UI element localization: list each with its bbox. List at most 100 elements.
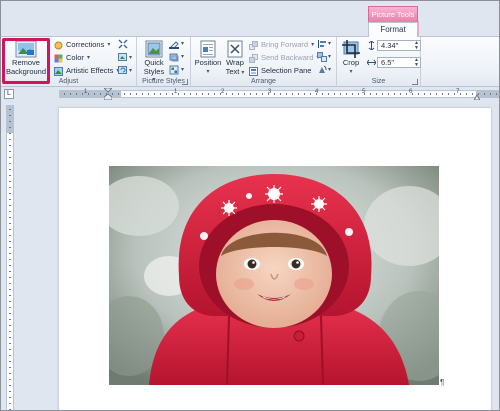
ruler-tick — [106, 93, 107, 95]
artistic-effects-button[interactable]: Artistic Effects ▾ — [54, 65, 119, 77]
ruler-tick — [274, 93, 275, 95]
remove-background-button[interactable]: Remove Background — [5, 40, 47, 76]
ruler-tick — [190, 93, 191, 95]
wrap-text-label-2: Text — [225, 66, 240, 76]
reset-picture-icon[interactable] — [118, 65, 128, 75]
ruler-tick — [9, 271, 11, 272]
ruler-tick — [9, 157, 11, 158]
wrap-text-icon — [227, 40, 243, 58]
size-group-label: Size — [371, 78, 386, 85]
ruler-tick — [448, 93, 449, 95]
ruler-tick — [9, 193, 11, 194]
ruler-tick — [9, 367, 11, 368]
picture-tools-header: Picture Tools — [368, 6, 418, 22]
align-icon[interactable] — [317, 39, 327, 49]
spinner-arrows-icon[interactable]: ▲ ▼ — [414, 41, 419, 51]
ruler-tick — [9, 283, 11, 284]
ruler-tick — [9, 253, 11, 254]
ruler-tick — [454, 93, 455, 95]
crop-icon — [342, 40, 360, 58]
ruler-tick — [9, 349, 11, 350]
ruler-tick — [9, 223, 11, 224]
document-page[interactable]: ¶ — [59, 108, 491, 410]
arrange-group-label: Arrange — [251, 78, 276, 85]
picture-styles-group: Quick Styles ▾ ▾ ▾ ▾ Picture Styles — [137, 37, 191, 87]
wrap-text-button[interactable]: Wrap Text ▾ — [223, 40, 247, 77]
corrections-label: Corrections — [66, 40, 105, 49]
ruler-tick — [70, 93, 71, 95]
toddler-photo[interactable] — [109, 166, 439, 385]
size-launcher-icon[interactable] — [412, 79, 418, 85]
arrange-group: Position ▾ Wrap Text ▾ Bring Forward ▾ S… — [191, 37, 337, 87]
bring-forward-button[interactable]: Bring Forward ▾ — [249, 39, 314, 51]
ruler-tick — [100, 93, 101, 95]
ruler-tick — [9, 385, 11, 386]
ruler-tick — [9, 211, 11, 212]
ruler-tick — [9, 175, 11, 176]
ruler-tick — [484, 93, 485, 95]
ruler-tick — [76, 93, 77, 95]
ruler-tick — [130, 93, 131, 95]
change-picture-icon[interactable] — [118, 52, 128, 62]
selection-pane-label: Selection Pane — [261, 66, 312, 75]
ruler-tick — [172, 93, 173, 95]
ruler-number: 2 — [221, 89, 225, 95]
crop-button[interactable]: Crop ▾ — [339, 40, 363, 76]
ruler-tick — [262, 93, 263, 95]
artistic-effects-label: Artistic Effects — [66, 66, 114, 75]
picture-layout-icon[interactable] — [169, 65, 179, 75]
shape-width-input[interactable]: 6.5" ▲ ▼ — [377, 57, 421, 68]
bring-forward-label: Bring Forward — [261, 40, 309, 49]
selection-pane-button[interactable]: Selection Pane — [249, 65, 311, 77]
ruler-tick — [460, 93, 461, 95]
ruler-tick — [9, 115, 11, 116]
ruler-tick — [286, 93, 287, 95]
ruler-tick — [9, 169, 11, 170]
ruler-tick — [364, 93, 365, 95]
bring-forward-icon — [249, 40, 258, 50]
ruler-tick — [9, 121, 11, 122]
ruler-tick — [9, 205, 11, 206]
horizontal-ruler[interactable]: 1 1 2 3 4 5 6 7 — [16, 88, 499, 100]
picture-effects-icon[interactable] — [169, 52, 179, 62]
ruler-tick — [9, 301, 11, 302]
chevron-down-icon: ▾ — [328, 41, 332, 47]
group-icon[interactable] — [317, 52, 327, 62]
chevron-down-icon: ▾ — [129, 68, 133, 74]
picture-styles-launcher-icon[interactable] — [182, 79, 188, 85]
ruler-tick — [9, 235, 11, 236]
corrections-button[interactable]: Corrections ▾ — [54, 39, 110, 51]
ruler-tick — [346, 93, 347, 95]
color-button[interactable]: Color ▾ — [54, 52, 90, 64]
tab-format[interactable]: Format — [368, 22, 418, 37]
ruler-tick — [334, 93, 335, 95]
compress-pictures-icon[interactable] — [118, 39, 128, 49]
ruler-tick — [490, 93, 491, 95]
spinner-arrows-icon[interactable]: ▲ ▼ — [414, 58, 419, 68]
ruler-tick — [9, 337, 11, 338]
shape-height-input[interactable]: 4.34" ▲ ▼ — [377, 40, 421, 51]
ruler-tick — [9, 313, 11, 314]
position-button[interactable]: Position ▾ — [193, 40, 223, 76]
ruler-tick — [496, 93, 497, 95]
ruler-tick — [226, 93, 227, 95]
tab-selector[interactable]: L — [4, 89, 14, 99]
picture-border-icon[interactable] — [169, 39, 179, 49]
position-icon — [200, 40, 216, 58]
ruler-tick — [154, 93, 155, 95]
corrections-icon — [54, 41, 63, 49]
rotate-icon[interactable] — [317, 65, 327, 75]
ruler-tick — [442, 93, 443, 95]
send-backward-button[interactable]: Send Backward ▾ — [249, 52, 320, 64]
shape-height-icon — [368, 41, 375, 50]
ruler-tick — [436, 93, 437, 95]
ruler-tick — [298, 93, 299, 95]
adjust-group: Remove Background Corrections ▾ Color ▾ … — [1, 37, 137, 87]
ruler-tick — [256, 93, 257, 95]
ruler-tick — [9, 343, 11, 344]
vertical-ruler[interactable] — [4, 101, 15, 410]
chevron-down-icon: ▾ — [241, 69, 245, 76]
color-icon — [54, 54, 63, 62]
ruler-tick — [9, 265, 11, 266]
ruler-tick — [376, 93, 377, 95]
